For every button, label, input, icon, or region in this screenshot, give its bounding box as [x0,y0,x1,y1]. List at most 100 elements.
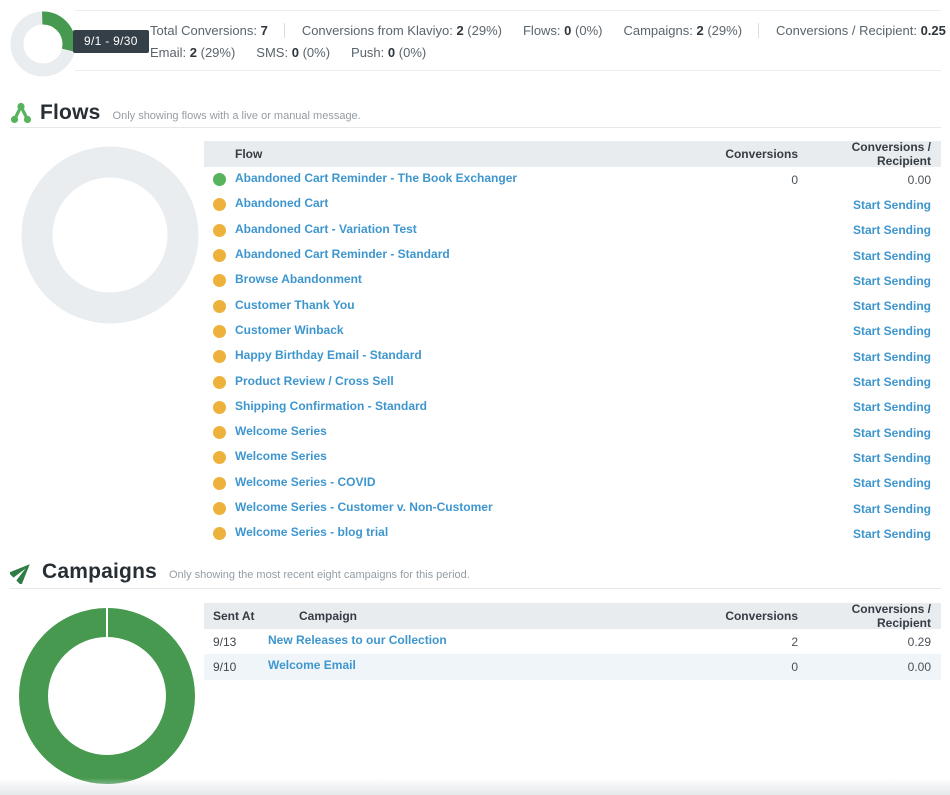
start-sending-link[interactable]: Start Sending [853,451,931,465]
campaigns-section-header: Campaigns Only showing the most recent e… [10,559,470,585]
flows-table: Flow Conversions Conversions / Recipient… [204,141,941,546]
table-row: Abandoned Cart Reminder - The Book Excha… [204,167,941,192]
stats-divider [284,23,285,38]
summary-donut-chart [10,11,76,77]
flow-status-dot-draft [213,426,226,439]
sent-at-value: 9/10 [204,660,268,674]
flow-status-dot-draft [213,502,226,515]
flows-section-header: Flows Only showing flows with a live or … [10,100,361,126]
flow-status-dot-draft [213,198,226,211]
table-row: Welcome Series Start Sending [204,445,941,470]
flow-link[interactable]: Product Review / Cross Sell [235,374,394,388]
stat-conversions-from-klaviyo: Conversions from Klaviyo: 2 (29%) [302,23,502,38]
table-row: 9/13 New Releases to our Collection 2 0.… [204,629,941,654]
start-sending-link[interactable]: Start Sending [853,426,931,440]
flow-status-dot-draft [213,527,226,540]
stat-total-conversions: Total Conversions: 7 [150,23,268,38]
start-sending-link[interactable]: Start Sending [853,324,931,338]
flow-link[interactable]: Shipping Confirmation - Standard [235,399,427,413]
flow-status-dot-draft [213,274,226,287]
header-bottom-divider [75,70,941,71]
table-row: Customer Winback Start Sending [204,319,941,344]
conversions-value: 0 [688,173,798,187]
start-sending-link[interactable]: Start Sending [853,198,931,212]
table-row: Abandoned Cart Reminder - Standard Start… [204,243,941,268]
flow-link[interactable]: Browse Abandonment [235,272,362,286]
stats-divider [758,23,759,38]
conversions-per-recipient-value: 0.00 [798,660,931,674]
sent-at-value: 9/13 [204,635,268,649]
flow-branch-icon [10,102,32,124]
table-row: Abandoned Cart Start Sending [204,192,941,217]
campaigns-table: Sent At Campaign Conversions Conversions… [204,603,941,680]
summary-stats-row-1: Total Conversions: 7 Conversions from Kl… [150,20,950,41]
conversions-value: 2 [688,635,798,649]
start-sending-link[interactable]: Start Sending [853,375,931,389]
flow-link[interactable]: Abandoned Cart Reminder - Standard [235,247,450,261]
table-row: Welcome Series Start Sending [204,420,941,445]
flows-title: Flows [40,101,101,125]
conversions-value: 0 [688,660,798,674]
campaigns-divider [10,588,941,589]
flow-link[interactable]: Welcome Series - Customer v. Non-Custome… [235,500,493,514]
table-row: Welcome Series - COVID Start Sending [204,471,941,496]
header-top-divider [75,10,941,11]
stat-conversions-per-recipient: Conversions / Recipient: 0.25 [776,23,946,38]
campaign-link[interactable]: Welcome Email [268,658,356,672]
start-sending-link[interactable]: Start Sending [853,274,931,288]
flows-subtitle: Only showing flows with a live or manual… [113,104,361,122]
flow-status-dot-draft [213,350,226,363]
start-sending-link[interactable]: Start Sending [853,527,931,541]
flow-status-dot-draft [213,376,226,389]
start-sending-link[interactable]: Start Sending [853,299,931,313]
stat-flows: Flows: 0 (0%) [523,23,603,38]
table-row: Customer Thank You Start Sending [204,293,941,318]
table-row: Browse Abandonment Start Sending [204,268,941,293]
date-range-badge: 9/1 - 9/30 [73,30,149,53]
conversions-per-recipient-value: 0.29 [798,635,931,649]
start-sending-link[interactable]: Start Sending [853,249,931,263]
flow-link[interactable]: Customer Winback [235,323,344,337]
stat-campaigns: Campaigns: 2 (29%) [623,23,742,38]
campaigns-title: Campaigns [42,560,157,584]
table-row: Abandoned Cart - Variation Test Start Se… [204,218,941,243]
flows-table-header: Flow Conversions Conversions / Recipient [204,141,941,167]
flow-link[interactable]: Welcome Series - blog trial [235,525,388,539]
campaigns-subtitle: Only showing the most recent eight campa… [169,563,470,581]
flow-link[interactable]: Happy Birthday Email - Standard [235,348,422,362]
flow-link[interactable]: Customer Thank You [235,298,355,312]
table-row: Welcome Series - blog trial Start Sendin… [204,521,941,546]
stat-sms: SMS: 0 (0%) [256,45,330,60]
table-row: Product Review / Cross Sell Start Sendin… [204,369,941,394]
flow-status-dot-draft [213,249,226,262]
flow-status-dot-live [213,173,226,186]
table-row: Welcome Series - Customer v. Non-Custome… [204,496,941,521]
table-row: 9/10 Welcome Email 0 0.00 [204,654,941,679]
campaigns-table-header: Sent At Campaign Conversions Conversions… [204,603,941,629]
start-sending-link[interactable]: Start Sending [853,502,931,516]
flows-divider [10,127,941,128]
flow-link[interactable]: Abandoned Cart Reminder - The Book Excha… [235,171,517,185]
start-sending-link[interactable]: Start Sending [853,223,931,237]
flow-status-dot-draft [213,401,226,414]
campaign-link[interactable]: New Releases to our Collection [268,633,447,647]
flows-donut-chart [18,143,202,327]
table-row: Shipping Confirmation - Standard Start S… [204,395,941,420]
flow-link[interactable]: Abandoned Cart - Variation Test [235,222,417,236]
start-sending-link[interactable]: Start Sending [853,400,931,414]
table-row: Happy Birthday Email - Standard Start Se… [204,344,941,369]
flow-status-dot-draft [213,325,226,338]
flow-link[interactable]: Welcome Series [235,449,327,463]
stat-email: Email: 2 (29%) [150,45,235,60]
summary-stats: Total Conversions: 7 Conversions from Kl… [150,20,950,63]
flow-link[interactable]: Welcome Series [235,424,327,438]
conversion-summary-dashboard: 9/1 - 9/30 Total Conversions: 7 Conversi… [0,0,950,795]
start-sending-link[interactable]: Start Sending [853,350,931,364]
flow-link[interactable]: Welcome Series - COVID [235,475,376,489]
flow-status-dot-draft [213,477,226,490]
flow-status-dot-draft [213,224,226,237]
start-sending-link[interactable]: Start Sending [853,476,931,490]
flow-status-dot-draft [213,451,226,464]
flow-link[interactable]: Abandoned Cart [235,196,328,210]
page-bottom-fade [0,778,950,795]
